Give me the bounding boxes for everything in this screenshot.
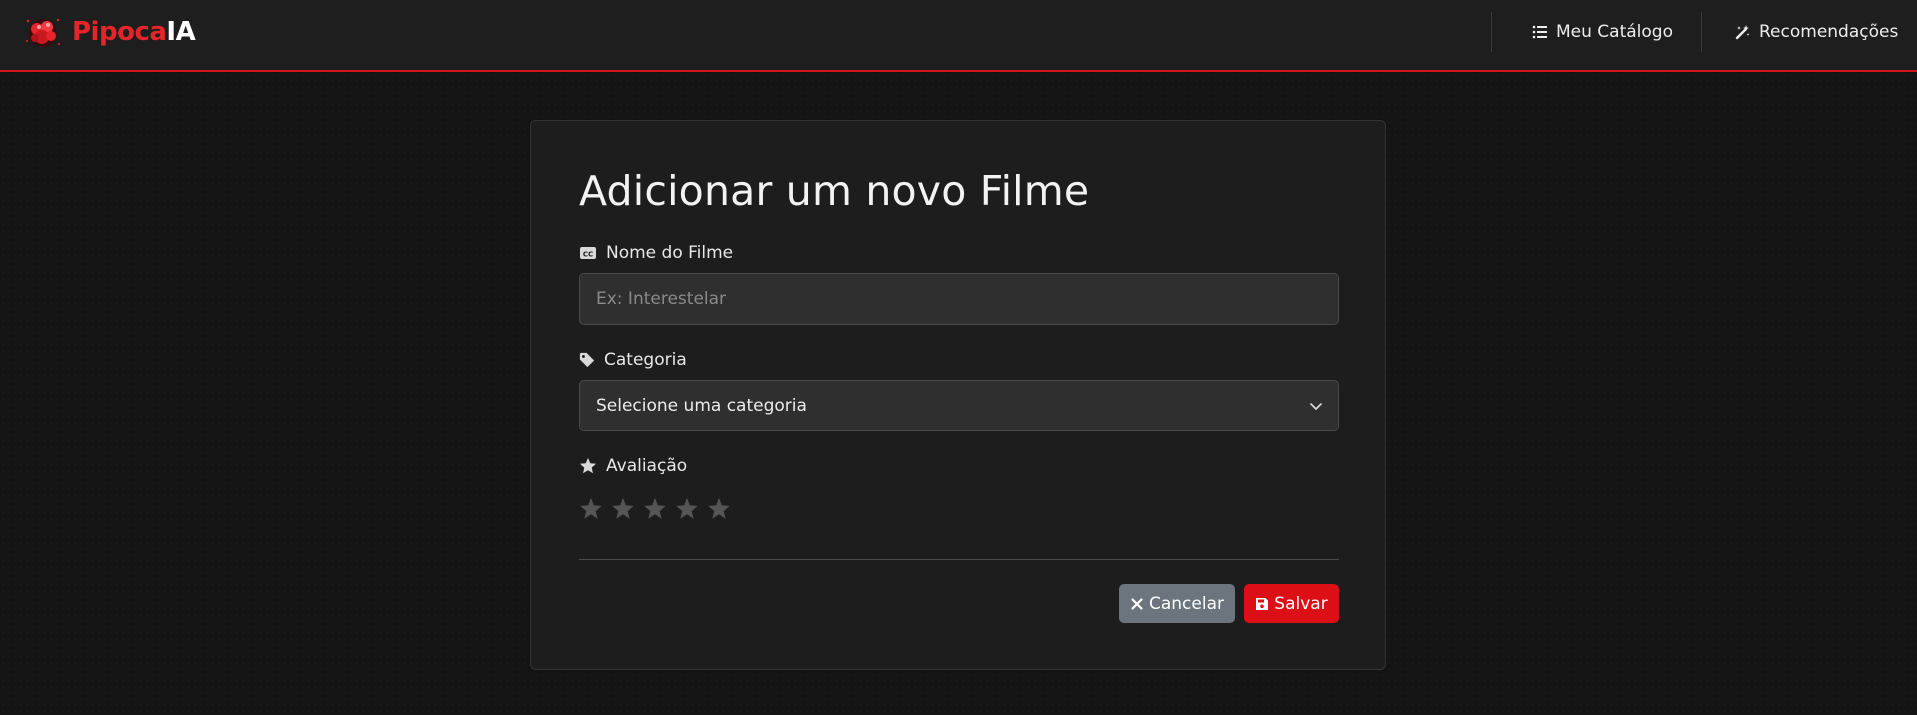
chevron-down-icon [1310,403,1322,410]
brand-name-part1: Pipoca [72,17,167,47]
movie-name-label-text: Nome do Filme [606,243,734,263]
category-select-value: Selecione uma categoria [596,395,807,416]
save-button-label: Salvar [1274,593,1328,614]
floppy-disk-icon [1256,597,1269,610]
cancel-button-label: Cancelar [1149,593,1224,614]
add-movie-card: Adicionar um novo Filme CC Nome do Filme… [530,120,1386,670]
category-label-text: Categoria [604,350,687,370]
rating-star-5[interactable] [705,495,733,523]
form-divider [579,559,1339,560]
rating-star-2[interactable] [609,495,637,523]
popcorn-logo-icon [26,18,60,47]
nav-link-catalog-label: Meu Catálogo [1556,22,1673,42]
brand[interactable]: PipocaIA [22,12,196,52]
movie-name-input[interactable] [579,273,1339,325]
rating-star-1[interactable] [577,495,605,523]
category-select[interactable]: Selecione uma categoria [579,380,1339,431]
page-title: Adicionar um novo Filme [579,167,1090,215]
rating-label: Avaliação [579,456,687,476]
list-icon [1532,25,1547,39]
star-rating [577,495,733,523]
rating-star-3[interactable] [641,495,669,523]
movie-name-label: CC Nome do Filme [579,243,733,263]
star-icon [580,458,596,474]
close-icon [1131,597,1143,610]
nav-link-catalog[interactable]: Meu Catálogo [1532,20,1673,44]
nav-link-recommendations[interactable]: Recomendações [1735,20,1898,44]
save-button[interactable]: Salvar [1244,584,1339,623]
magic-wand-icon [1735,25,1750,40]
brand-name-part2: IA [166,17,196,47]
tag-icon [579,352,595,368]
rating-star-4[interactable] [673,495,701,523]
nav-divider [1491,12,1492,52]
nav-link-recommendations-label: Recomendações [1759,22,1899,42]
nav-divider [1701,12,1702,52]
svg-text:CC: CC [583,250,593,258]
category-label: Categoria [579,350,687,370]
rating-label-text: Avaliação [606,456,688,476]
closed-captions-icon: CC [580,247,596,259]
cancel-button[interactable]: Cancelar [1119,584,1235,623]
top-navbar: PipocaIA Meu Catálogo Recomendações [0,0,1917,72]
